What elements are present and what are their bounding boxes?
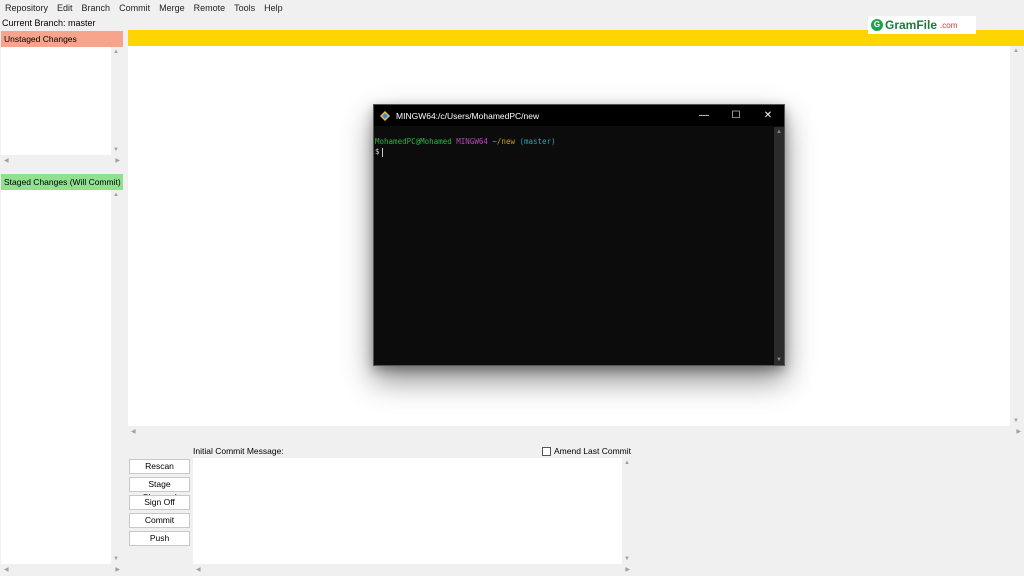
scroll-down-icon[interactable]: ▼	[624, 556, 630, 562]
current-branch-label: Current Branch: master	[2, 18, 96, 28]
maximize-icon[interactable]: ☐	[720, 110, 752, 121]
scroll-up-icon[interactable]: ▲	[113, 192, 119, 198]
watermark-brand: GramFile	[885, 18, 938, 32]
stage-changed-button[interactable]: Stage Changed	[129, 477, 190, 502]
scroll-left-icon[interactable]: ◀	[131, 428, 136, 435]
commit-message-input[interactable]	[193, 458, 622, 564]
git-bash-icon	[380, 110, 390, 121]
menu-repository[interactable]: Repository	[5, 3, 48, 13]
menu-remote[interactable]: Remote	[194, 3, 226, 13]
terminal-input-line[interactable]: $	[375, 147, 774, 157]
menu-commit[interactable]: Commit	[119, 3, 150, 13]
diff-vertical-scrollbar[interactable]: ▲ ▼	[1011, 46, 1022, 426]
terminal-scrollbar[interactable]: ▲ ▼	[774, 127, 784, 365]
scroll-left-icon[interactable]: ◀	[4, 566, 9, 573]
scroll-up-icon[interactable]: ▲	[113, 49, 119, 55]
push-button[interactable]: Push	[129, 531, 190, 546]
minimize-icon[interactable]: —	[688, 110, 720, 121]
scroll-down-icon[interactable]: ▼	[113, 147, 119, 153]
scroll-down-icon[interactable]: ▼	[776, 357, 782, 363]
commit-message-hscrollbar[interactable]: ◀ ▶	[193, 565, 633, 575]
prompt-system: MINGW64	[456, 137, 488, 146]
scroll-down-icon[interactable]: ▼	[113, 556, 119, 562]
scroll-right-icon[interactable]: ▶	[115, 157, 120, 164]
prompt-user-host: MohamedPC@Mohamed	[375, 137, 452, 146]
scroll-right-icon[interactable]: ▶	[115, 566, 120, 573]
menu-help[interactable]: Help	[264, 3, 283, 13]
scroll-right-icon[interactable]: ▶	[625, 566, 630, 573]
prompt-path: ~/new	[492, 137, 515, 146]
amend-last-commit-checkbox[interactable]: Amend Last Commit	[542, 446, 631, 456]
unstaged-file-list[interactable]	[1, 47, 111, 155]
watermark-suffix: .com	[940, 20, 958, 30]
prompt-branch: (master)	[519, 137, 556, 146]
terminal-output[interactable]: MohamedPC@Mohamed MINGW64 ~/new (master)…	[374, 127, 774, 365]
rescan-button[interactable]: Rescan	[129, 459, 190, 474]
unstaged-horizontal-scrollbar[interactable]: ◀ ▶	[1, 156, 123, 166]
unstaged-vertical-scrollbar[interactable]: ▲ ▼	[111, 47, 122, 155]
menu-tools[interactable]: Tools	[234, 3, 255, 13]
amend-checkbox-label: Amend Last Commit	[554, 446, 631, 456]
scroll-right-icon[interactable]: ▶	[1016, 428, 1021, 435]
unstaged-changes-header: Unstaged Changes	[1, 31, 123, 47]
staged-file-list[interactable]	[1, 190, 111, 564]
scroll-up-icon[interactable]: ▲	[1013, 48, 1019, 54]
commit-message-scrollbar[interactable]: ▲ ▼	[622, 458, 633, 564]
menu-merge[interactable]: Merge	[159, 3, 185, 13]
diff-horizontal-scrollbar[interactable]: ◀ ▶	[128, 427, 1024, 437]
staged-horizontal-scrollbar[interactable]: ◀ ▶	[1, 565, 123, 575]
commit-message-label: Initial Commit Message:	[193, 446, 284, 456]
staged-vertical-scrollbar[interactable]: ▲ ▼	[111, 190, 122, 564]
terminal-titlebar[interactable]: MINGW64:/c/Users/MohamedPC/new — ☐ ✕	[374, 105, 784, 126]
sign-off-button[interactable]: Sign Off	[129, 495, 190, 510]
terminal-prompt-line: MohamedPC@Mohamed MINGW64 ~/new (master)	[375, 137, 774, 147]
scroll-left-icon[interactable]: ◀	[196, 566, 201, 573]
menu-branch[interactable]: Branch	[82, 3, 111, 13]
menu-bar: Repository Edit Branch Commit Merge Remo…	[0, 0, 1024, 16]
close-icon[interactable]: ✕	[752, 110, 784, 121]
gramfile-watermark: G GramFile .com	[868, 16, 976, 34]
scroll-up-icon[interactable]: ▲	[624, 460, 630, 466]
amend-checkbox-box[interactable]	[542, 446, 551, 456]
gramfile-logo-icon: G	[871, 19, 883, 31]
terminal-cursor	[381, 147, 383, 157]
scroll-up-icon[interactable]: ▲	[776, 129, 782, 135]
terminal-window[interactable]: MINGW64:/c/Users/MohamedPC/new — ☐ ✕ Moh…	[373, 104, 785, 366]
scroll-left-icon[interactable]: ◀	[4, 157, 9, 164]
prompt-symbol: $	[375, 147, 380, 156]
commit-button[interactable]: Commit	[129, 513, 190, 528]
menu-edit[interactable]: Edit	[57, 3, 73, 13]
staged-changes-header: Staged Changes (Will Commit)	[1, 174, 123, 190]
scroll-down-icon[interactable]: ▼	[1013, 418, 1019, 424]
terminal-title: MINGW64:/c/Users/MohamedPC/new	[396, 110, 540, 121]
